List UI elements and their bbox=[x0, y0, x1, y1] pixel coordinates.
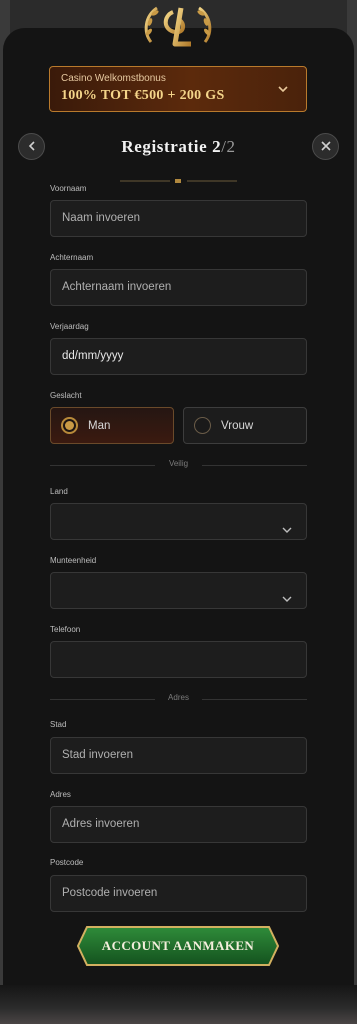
telefoon-label: Telefoon bbox=[50, 625, 81, 634]
geslacht-label: Geslacht bbox=[50, 391, 82, 400]
verjaardag-label: Verjaardag bbox=[50, 322, 89, 331]
gender-option-vrouw[interactable]: Vrouw bbox=[183, 407, 307, 444]
gender-label-vrouw: Vrouw bbox=[221, 419, 254, 432]
radio-unchecked-icon bbox=[194, 417, 211, 434]
postcode-label: Postcode bbox=[50, 858, 84, 867]
munteenheid-label: Munteenheid bbox=[50, 556, 97, 565]
munteenheid-select[interactable] bbox=[50, 572, 307, 609]
adres-label: Adres bbox=[50, 790, 71, 799]
land-select[interactable] bbox=[50, 503, 307, 540]
telefoon-input[interactable] bbox=[50, 641, 307, 678]
stad-input[interactable]: Stad invoeren bbox=[50, 737, 307, 774]
voornaam-input[interactable]: Naam invoeren bbox=[50, 200, 307, 237]
page-title: Registratie 2/2 bbox=[0, 137, 357, 157]
gender-label-man: Man bbox=[88, 419, 111, 432]
create-account-button[interactable]: Account aanmaken bbox=[77, 926, 279, 966]
title-ornament bbox=[120, 168, 237, 183]
land-label: Land bbox=[50, 487, 68, 496]
casino-logo-icon bbox=[141, 2, 215, 54]
achternaam-input[interactable]: Achternaam invoeren bbox=[50, 269, 307, 306]
divider-veilig-label: Veilig bbox=[168, 459, 189, 468]
bonus-amount: 100% TOT €500 + 200 GS bbox=[61, 88, 225, 103]
gender-option-man[interactable]: Man bbox=[50, 407, 174, 444]
title-step-total: /2 bbox=[221, 137, 236, 156]
adres-input[interactable]: Adres invoeren bbox=[50, 806, 307, 843]
postcode-input[interactable]: Postcode invoeren bbox=[50, 875, 307, 912]
divider-adres-label: Adres bbox=[168, 693, 189, 702]
chevron-down-icon bbox=[276, 81, 290, 95]
bonus-caption: Casino Welkomstbonus bbox=[61, 73, 166, 84]
welcome-bonus-dropdown[interactable]: Casino Welkomstbonus 100% TOT €500 + 200… bbox=[49, 66, 307, 112]
divider-adres: Adres bbox=[50, 693, 307, 705]
chevron-down-icon bbox=[281, 516, 293, 533]
create-account-label: Account aanmaken bbox=[101, 938, 255, 953]
stad-label: Stad bbox=[50, 720, 67, 729]
divider-veilig: Veilig bbox=[50, 459, 307, 471]
achternaam-label: Achternaam bbox=[50, 253, 94, 262]
panel-bottom-fade bbox=[0, 985, 357, 1024]
verjaardag-input[interactable]: dd/mm/yyyy bbox=[50, 338, 307, 375]
radio-checked-icon bbox=[61, 417, 78, 434]
chevron-down-icon bbox=[281, 585, 293, 602]
title-main: Registratie 2 bbox=[121, 137, 222, 156]
voornaam-label: Voornaam bbox=[50, 184, 87, 193]
